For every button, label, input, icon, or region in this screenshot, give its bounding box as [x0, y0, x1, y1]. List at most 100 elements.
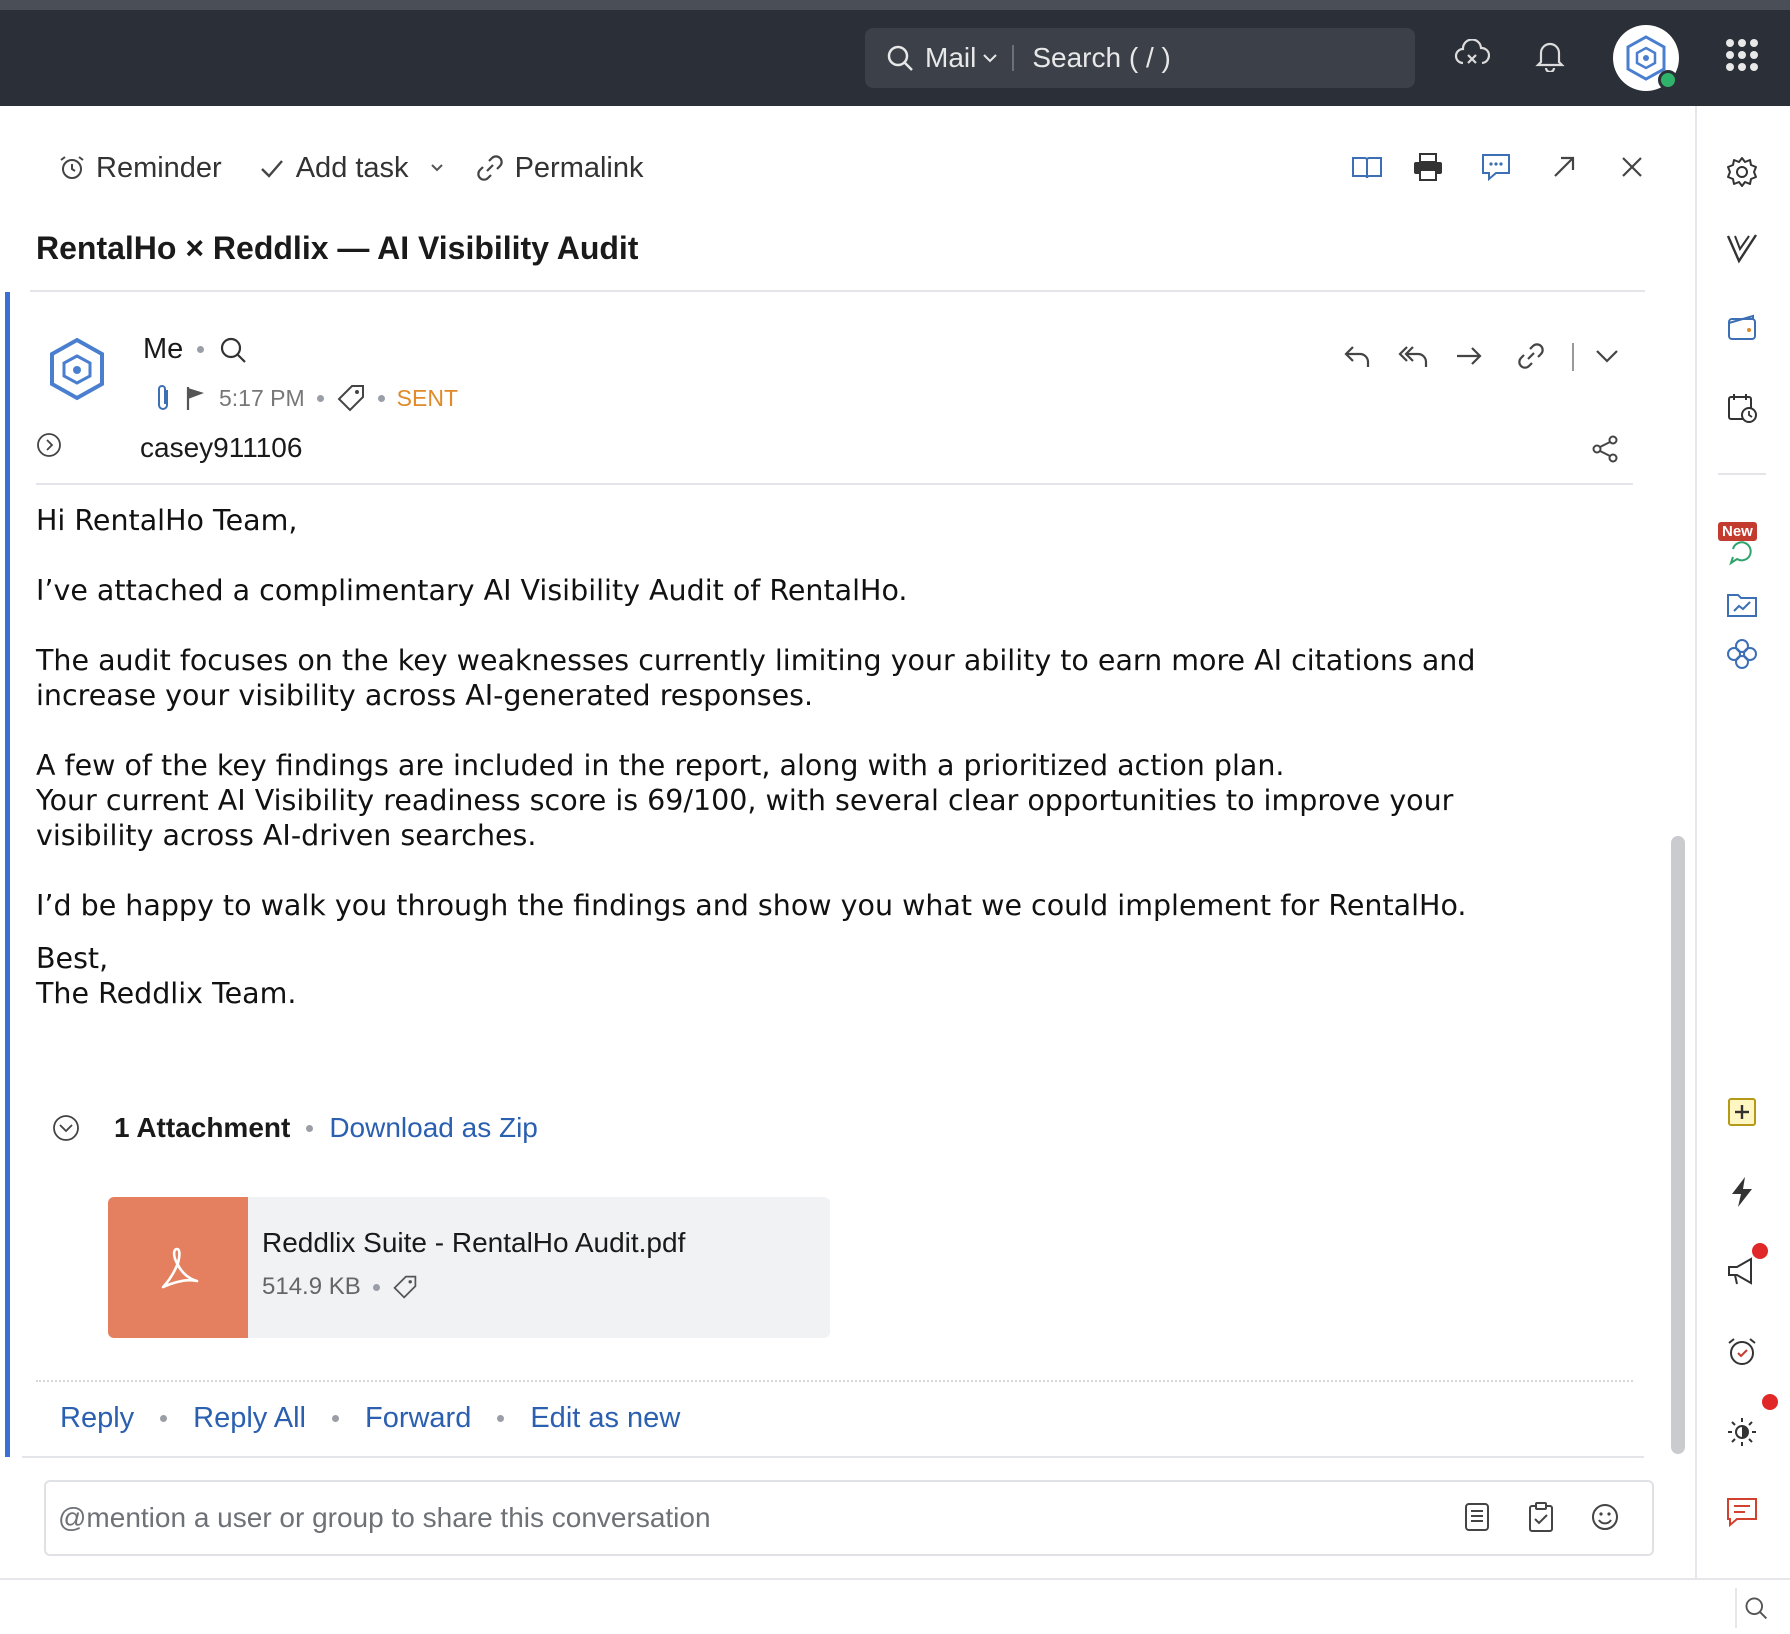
add-note-icon[interactable]	[1720, 1090, 1764, 1134]
collapse-attachments-icon[interactable]	[52, 1114, 80, 1142]
integration-flower-icon[interactable]	[1720, 632, 1764, 676]
permalink-label: Permalink	[514, 151, 644, 184]
cloud-sync-icon[interactable]	[1450, 33, 1494, 77]
separator-dot	[497, 1415, 505, 1422]
share-icon[interactable]	[1590, 434, 1622, 466]
reply-link[interactable]: Reply	[60, 1402, 134, 1435]
vault-check-icon[interactable]	[1720, 226, 1764, 270]
alarm-clock-icon	[60, 156, 84, 179]
attachment-file-name[interactable]: Reddlix Suite - RentalHo Audit.pdf	[262, 1227, 685, 1259]
recipient-name[interactable]: casey911106	[140, 432, 302, 464]
download-zip-link[interactable]: Download as Zip	[329, 1112, 538, 1144]
separator-dot	[331, 1415, 339, 1422]
link-icon[interactable]	[1511, 336, 1551, 376]
separator-dot	[160, 1415, 168, 1422]
message-meta: 5:17 PM SENT	[155, 383, 458, 413]
checkmark-icon	[260, 160, 283, 178]
attachment-info: Reddlix Suite - RentalHo Audit.pdf 514.9…	[248, 1197, 685, 1338]
reply-all-link[interactable]: Reply All	[193, 1402, 306, 1435]
attachment-clip-icon	[158, 385, 168, 410]
body-paragraph: A few of the key findings are included i…	[36, 749, 1454, 852]
tag-icon[interactable]	[336, 383, 366, 413]
separator-dot	[372, 1283, 380, 1291]
reminder-button[interactable]: Reminder	[58, 152, 222, 185]
alarm-clock-icon[interactable]	[1720, 1330, 1764, 1374]
add-task-button[interactable]: Add task	[258, 152, 409, 185]
email-subject: RentalHo × Reddlix — AI Visibility Audit	[36, 230, 639, 266]
more-actions-chevron-icon[interactable]	[1587, 336, 1627, 376]
wallet-icon[interactable]	[1720, 306, 1764, 350]
online-status-dot	[1658, 70, 1678, 90]
search-bar[interactable]: Mail Search ( / )	[865, 28, 1415, 88]
theme-toggle-icon[interactable]	[1720, 1410, 1764, 1454]
sender-line: Me	[143, 333, 248, 366]
body-paragraph: The audit focuses on the key weaknesses …	[36, 644, 1476, 712]
link-icon	[476, 155, 503, 181]
close-icon[interactable]	[1610, 145, 1654, 189]
pop-out-icon[interactable]	[1542, 145, 1586, 189]
separator-dot	[377, 394, 385, 402]
pdf-file-icon	[108, 1197, 248, 1338]
body-paragraph: Hi RentalHo Team,	[36, 504, 298, 537]
attachments-header: 1 Attachment Download as Zip	[52, 1112, 538, 1144]
comment-placeholder: @mention a user or group to share this c…	[58, 1502, 711, 1533]
rail-divider	[1718, 473, 1766, 475]
bell-icon[interactable]	[1528, 33, 1572, 77]
add-task-dropdown[interactable]	[429, 162, 445, 174]
chevron-down-icon	[983, 54, 998, 63]
separator-dot	[197, 346, 205, 353]
body-paragraph: I’ve attached a complimentary AI Visibil…	[36, 574, 908, 607]
tag-icon[interactable]	[392, 1274, 418, 1300]
notes-icon[interactable]	[1458, 1498, 1496, 1536]
top-bar-edge	[0, 0, 1790, 10]
app-grid-icon[interactable]	[1720, 33, 1764, 77]
separator-dot	[316, 394, 324, 402]
forward-link[interactable]: Forward	[365, 1402, 471, 1435]
search-icon[interactable]	[218, 335, 248, 365]
settings-gear-icon[interactable]	[1720, 150, 1764, 194]
analytics-folder-icon[interactable]	[1720, 583, 1764, 627]
reading-mode-icon[interactable]	[1345, 145, 1389, 189]
thread-accent-bar	[5, 292, 10, 1457]
notification-dot	[1752, 1243, 1768, 1259]
permalink-button[interactable]: Permalink	[475, 152, 644, 185]
search-icon	[887, 45, 913, 71]
comment-thread-icon[interactable]	[1474, 145, 1518, 189]
emoji-icon[interactable]	[1586, 1498, 1624, 1536]
reply-actions: Reply Reply All Forward Edit as new	[60, 1402, 680, 1435]
message-time: 5:17 PM	[219, 384, 305, 411]
separator-dot	[306, 1124, 314, 1132]
forward-icon[interactable]	[1449, 336, 1489, 376]
add-task-label: Add task	[295, 151, 409, 184]
scrollbar[interactable]	[1671, 836, 1685, 1454]
attachment-count: 1 Attachment	[114, 1112, 291, 1143]
logo-cube-icon	[50, 337, 104, 401]
lightning-icon[interactable]	[1720, 1170, 1764, 1214]
edit-as-new-link[interactable]: Edit as new	[530, 1402, 680, 1435]
notification-dot	[1762, 1394, 1778, 1410]
new-badge: New	[1718, 522, 1757, 541]
bottom-status-bar	[0, 1578, 1790, 1634]
print-icon[interactable]	[1406, 145, 1450, 189]
sender-name[interactable]: Me	[143, 333, 183, 366]
comment-input[interactable]: @mention a user or group to share this c…	[44, 1480, 1654, 1556]
sender-avatar[interactable]	[46, 336, 108, 402]
reply-divider	[36, 1380, 1633, 1382]
feedback-chat-icon[interactable]	[1720, 1490, 1764, 1534]
attachment-file-size: 514.9 KB	[262, 1273, 361, 1300]
task-clipboard-icon[interactable]	[1522, 1498, 1560, 1536]
chevron-down-icon	[430, 164, 443, 172]
flag-icon[interactable]	[185, 385, 207, 411]
subject-divider	[30, 290, 1645, 292]
search-icon[interactable]	[1735, 1588, 1775, 1628]
reply-icon[interactable]	[1337, 336, 1377, 376]
search-input[interactable]: Search ( / )	[1032, 42, 1170, 74]
attachment-meta: 514.9 KB	[262, 1273, 685, 1301]
search-scope-select[interactable]: Mail	[925, 42, 998, 74]
reply-all-icon[interactable]	[1393, 336, 1433, 376]
attachment-card[interactable]: Reddlix Suite - RentalHo Audit.pdf 514.9…	[108, 1197, 830, 1338]
calendar-clock-icon[interactable]	[1720, 386, 1764, 430]
mail-toolbar: Reminder Add task Permalink	[58, 143, 680, 193]
sent-status: SENT	[396, 384, 458, 411]
expand-recipients-icon[interactable]	[36, 432, 62, 458]
